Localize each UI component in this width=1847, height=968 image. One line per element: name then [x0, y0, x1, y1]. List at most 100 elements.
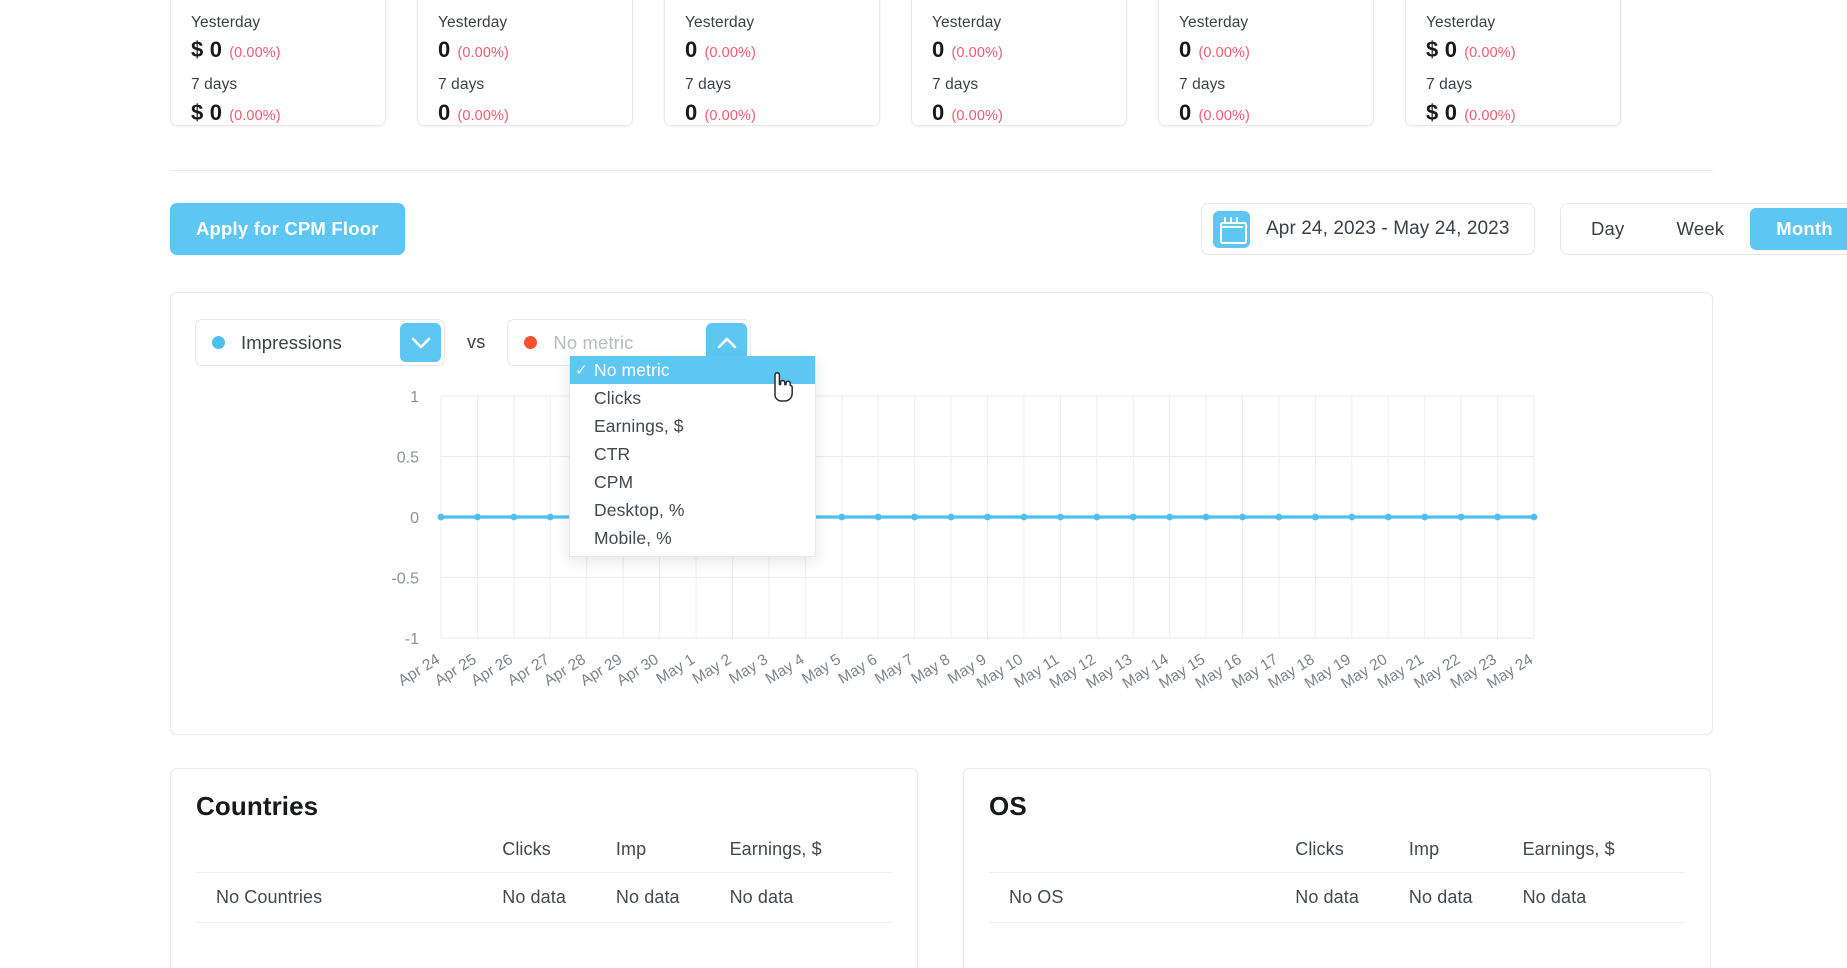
x-axis-tick-label: Apr 26	[468, 651, 516, 690]
primary-metric-chevron-down-icon[interactable]	[400, 323, 441, 362]
stat-card-yesterday-value: $ 0	[1426, 37, 1457, 63]
table-column-header: Clicks	[502, 839, 616, 873]
x-axis-tick-label: Apr 25	[432, 651, 480, 690]
stat-card: Yesterday0(0.00%)7 days0(0.00%)	[664, 0, 880, 126]
table-cell-earnings: No data	[730, 873, 892, 923]
date-range-picker[interactable]: Apr 24, 2023 - May 24, 2023	[1201, 203, 1535, 255]
stat-card-yesterday-label: Yesterday	[191, 11, 365, 34]
stat-card-yesterday-row: 0 (0.00%)	[438, 37, 612, 63]
secondary-metric-dropdown[interactable]: ✓No metricClicks Earnings, $ CTR CPM Desktop…	[569, 356, 816, 557]
data-point	[1130, 514, 1137, 521]
stat-card-week-value: 0	[685, 100, 697, 126]
x-axis-tick-label: May 8	[908, 651, 953, 688]
primary-metric-select[interactable]: Impressions	[195, 319, 445, 366]
stat-card-week-row: 0(0.00%)	[932, 100, 1106, 126]
data-point	[1239, 514, 1246, 521]
stat-card: Yesterday $ 0 (0.00%) 7 days $ 0 (0.00%)	[1405, 0, 1621, 126]
x-axis-tick-label: May 4	[763, 651, 808, 688]
table-column-header: Earnings, $	[1523, 839, 1685, 873]
stat-card-yesterday-delta: (0.00%)	[457, 45, 508, 61]
os-table-card: OS ClicksImpEarnings, $ No OSNo dataNo d…	[963, 768, 1711, 968]
chart-panel: Impressions vs No metric 10.50-0.5-1Apr …	[170, 292, 1713, 735]
granularity-button-day[interactable]: Day	[1565, 208, 1651, 250]
x-axis-tick-label: Apr 30	[614, 651, 662, 690]
data-point	[948, 514, 955, 521]
x-axis-tick-label: Apr 28	[541, 651, 589, 690]
stat-card-week-row: $ 0 (0.00%)	[1426, 100, 1600, 126]
stat-card-week-delta: (0.00%)	[1198, 108, 1249, 124]
data-point	[838, 514, 845, 521]
granularity-button-week[interactable]: Week	[1651, 208, 1751, 250]
countries-table-card: Countries ClicksImpEarnings, $ No Countr…	[170, 768, 918, 968]
granularity-button-month[interactable]: Month	[1750, 208, 1847, 250]
table-header-row: ClicksImpEarnings, $	[196, 839, 892, 873]
data-point	[1093, 514, 1100, 521]
secondary-metric-placeholder: No metric	[553, 332, 633, 354]
table-column-header: Imp	[1409, 839, 1523, 873]
dropdown-option-desktop[interactable]: Desktop, %	[570, 496, 815, 524]
data-point	[510, 514, 517, 521]
dropdown-option-label: CTR	[594, 444, 630, 465]
data-point	[1494, 514, 1501, 521]
stat-card-week-label: 7 days	[191, 73, 365, 96]
data-point	[1531, 514, 1538, 521]
stat-card-week-delta: (0.00%)	[1464, 108, 1515, 124]
countries-table: ClicksImpEarnings, $ No CountriesNo data…	[196, 839, 892, 923]
dropdown-option-label: Desktop, %	[594, 500, 684, 521]
stat-card-yesterday-delta: (0.00%)	[951, 45, 1002, 61]
apply-cpm-floor-button[interactable]: Apply for CPM Floor	[170, 203, 405, 255]
data-point	[547, 514, 554, 521]
stat-card-week-value: 0	[438, 100, 450, 126]
data-point	[1276, 514, 1283, 521]
dropdown-option-label: Earnings, $	[594, 416, 684, 437]
stat-card-week-label: 7 days	[438, 73, 612, 96]
stat-card-week-row: $ 0 (0.00%)	[191, 100, 365, 126]
x-axis-tick-label: Apr 29	[578, 651, 626, 690]
dropdown-option-ctr[interactable]: CTR	[570, 440, 815, 468]
y-axis-tick-label: -1	[405, 631, 419, 648]
stat-card-week-value: $ 0	[191, 100, 222, 126]
stat-card-yesterday-value: $ 0	[191, 37, 222, 63]
stat-card-week-delta: (0.00%)	[229, 108, 280, 124]
primary-metric-dot	[212, 336, 225, 349]
x-axis-tick-label: May 6	[836, 651, 881, 688]
stat-card-yesterday-value: 0	[438, 37, 450, 63]
stat-card-yesterday-value: 0	[685, 37, 697, 63]
dropdown-option-no-metric[interactable]: ✓No metric	[570, 356, 815, 384]
data-point	[1458, 514, 1465, 521]
table-cell-name: No OS	[989, 873, 1295, 923]
check-icon: ✓	[575, 361, 588, 379]
dropdown-option-cpm[interactable]: CPM	[570, 468, 815, 496]
x-axis-tick-label: Apr 27	[505, 651, 553, 690]
table-column-header	[989, 839, 1295, 873]
table-cell-clicks: No data	[1295, 873, 1409, 923]
countries-table-title: Countries	[196, 791, 892, 822]
stat-card-yesterday-row: 0(0.00%)	[1179, 37, 1353, 63]
table-column-header: Clicks	[1295, 839, 1409, 873]
stat-card-yesterday-delta: (0.00%)	[229, 45, 280, 61]
vs-label: vs	[467, 332, 485, 353]
dropdown-option-earnings[interactable]: Earnings, $	[570, 412, 815, 440]
data-point	[875, 514, 882, 521]
table-cell-clicks: No data	[502, 873, 616, 923]
stat-card-week-value: $ 0	[1426, 100, 1457, 126]
y-axis-tick-label: 1	[410, 389, 419, 406]
stat-card-yesterday-label: Yesterday	[1426, 11, 1600, 34]
table-row: No CountriesNo dataNo dataNo data	[196, 873, 892, 923]
data-point	[1421, 514, 1428, 521]
dropdown-option-clicks[interactable]: Clicks	[570, 384, 815, 412]
dropdown-option-mobile[interactable]: Mobile, %	[570, 524, 815, 552]
stat-card-yesterday-label: Yesterday	[685, 11, 859, 34]
stat-card-yesterday-delta: (0.00%)	[704, 45, 755, 61]
stat-card-week-label: 7 days	[1426, 73, 1600, 96]
data-point	[474, 514, 481, 521]
stat-cards-strip: Yesterday$ 0(0.00%)7 days$ 0(0.00%)Yeste…	[170, 0, 1710, 126]
table-cell-imp: No data	[616, 873, 730, 923]
stat-card: Yesterday 0 (0.00%) 7 days 0 (0.00%)	[417, 0, 633, 126]
data-point	[1203, 514, 1210, 521]
stat-card: Yesterday $ 0 (0.00%) 7 days $ 0 (0.00%)	[170, 0, 386, 126]
data-point	[911, 514, 918, 521]
date-range-value: Apr 24, 2023 - May 24, 2023	[1266, 218, 1510, 240]
section-divider	[170, 170, 1713, 171]
stat-card-yesterday-label: Yesterday	[438, 11, 612, 34]
